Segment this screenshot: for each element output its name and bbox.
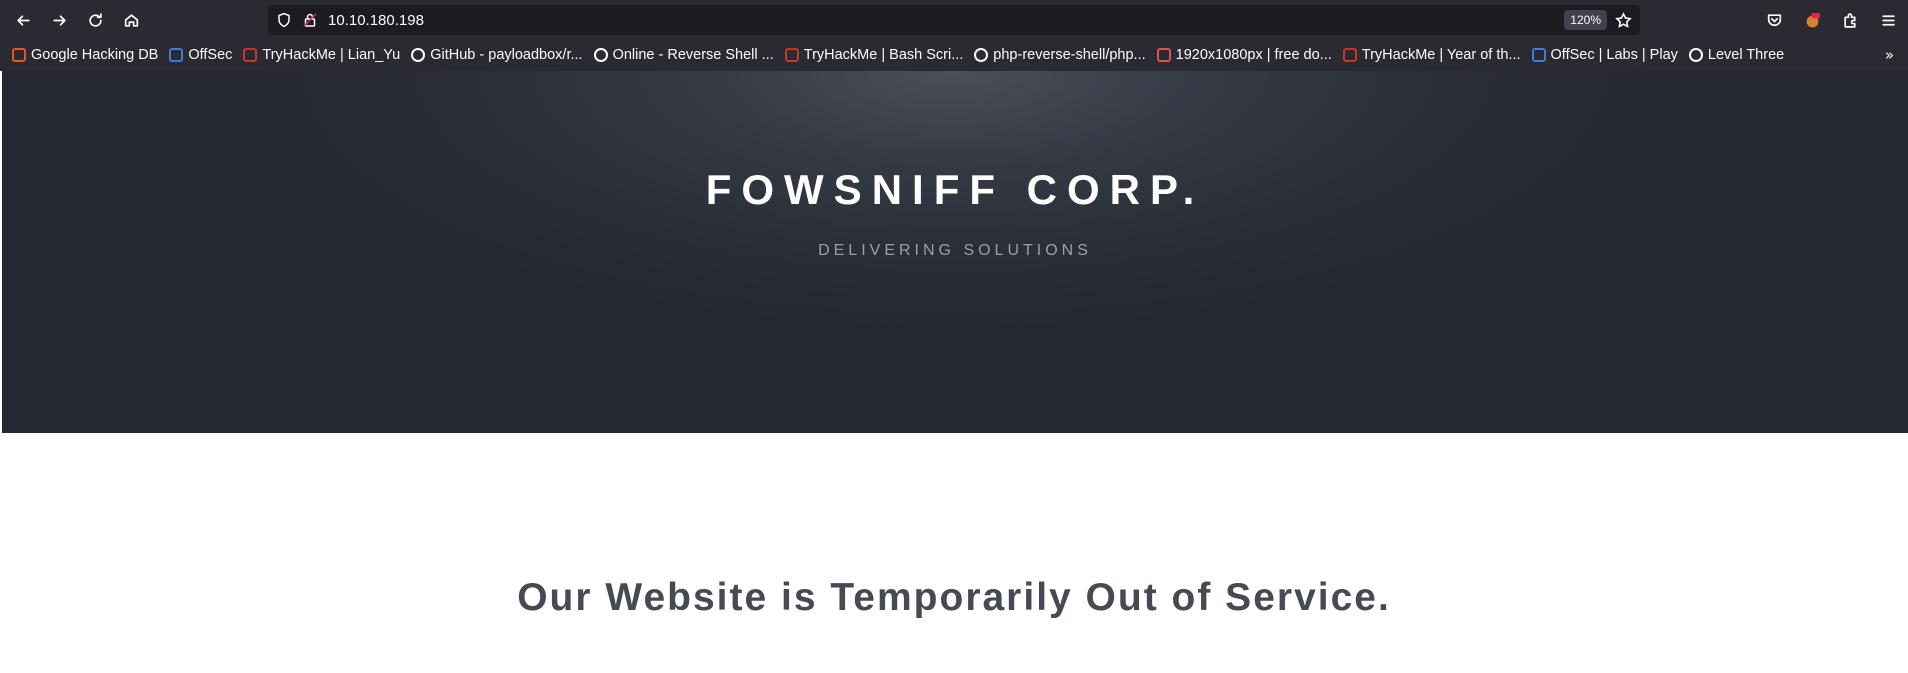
pocket-icon	[1767, 13, 1781, 26]
pocket-button[interactable]	[1756, 5, 1792, 35]
site-tagline: DELIVERING SOLUTIONS	[818, 242, 1092, 259]
bookmark-item[interactable]: 1920x1080px | free do...	[1156, 47, 1332, 63]
arrow-right-icon	[52, 14, 66, 26]
bookmark-label: Google Hacking DB	[31, 47, 159, 63]
zoom-level-badge[interactable]: 120%	[1564, 10, 1607, 30]
home-button[interactable]	[114, 5, 148, 35]
menu-button[interactable]	[1870, 5, 1906, 35]
bookmark-label: php-reverse-shell/php...	[993, 47, 1146, 63]
tryhackme-icon	[243, 48, 258, 62]
bookmarks-overflow-icon[interactable]: »	[1885, 46, 1894, 64]
bookmark-label: TryHackMe | Lian_Yu	[262, 47, 401, 63]
bookmark-item[interactable]: TryHackMe | Year of th...	[1342, 47, 1521, 63]
globe-icon	[1688, 48, 1703, 62]
extensions-button[interactable]	[1832, 5, 1868, 35]
wallpaper-icon	[1156, 48, 1171, 62]
site-brand-title: FOWSNIFF CORP.	[705, 166, 1205, 213]
page-headline: Our Website is Temporarily Out of Servic…	[517, 576, 1391, 619]
extension-badge-icon	[1806, 12, 1820, 27]
star-bookmark-icon[interactable]	[1615, 11, 1632, 29]
insecure-lock-icon[interactable]	[302, 12, 318, 28]
toolbar-right-icons	[1756, 5, 1908, 35]
address-bar[interactable]: 10.10.180.198 120%	[268, 5, 1640, 35]
bookmark-label: TryHackMe | Bash Scri...	[803, 47, 964, 63]
bookmark-item[interactable]: OffSec	[169, 47, 232, 63]
main-content: Our Website is Temporarily Out of Servic…	[0, 433, 1908, 673]
bookmark-label: Level Three	[1707, 47, 1785, 63]
github-icon	[411, 48, 426, 62]
github-icon	[974, 48, 989, 62]
puzzle-icon	[1843, 12, 1856, 28]
hero-banner: FOWSNIFF CORP. DELIVERING SOLUTIONS	[0, 71, 1908, 433]
hamburger-menu-icon	[1881, 14, 1895, 26]
forward-button[interactable]	[42, 5, 76, 35]
reload-button[interactable]	[78, 5, 112, 35]
skull-icon	[593, 48, 608, 62]
offsec-icon	[169, 48, 184, 62]
arrow-left-icon	[16, 14, 30, 26]
url-text[interactable]: 10.10.180.198	[328, 12, 1564, 29]
bookmark-label: Online - Reverse Shell ...	[612, 47, 774, 63]
bookmark-item[interactable]: Online - Reverse Shell ...	[593, 47, 774, 63]
bookmark-label: OffSec | Labs | Play	[1550, 47, 1678, 63]
bookmark-label: 1920x1080px | free do...	[1175, 47, 1332, 63]
bookmark-item[interactable]: GitHub - payloadbox/r...	[411, 47, 583, 63]
offsec-icon	[1531, 48, 1546, 62]
extension-foxy-button[interactable]	[1794, 5, 1830, 35]
bookmark-item[interactable]: TryHackMe | Bash Scri...	[784, 47, 964, 63]
bookmarks-toolbar: Google Hacking DB OffSec TryHackMe | Lian_…	[0, 44, 1908, 66]
exploit-db-icon	[12, 48, 26, 62]
reload-icon	[88, 12, 102, 27]
browser-chrome: 10.10.180.198 120% Google Hacking DB OffS…	[0, 0, 1908, 71]
bookmark-item[interactable]: TryHackMe | Lian_Yu	[243, 47, 400, 63]
bookmark-label: TryHackMe | Year of th...	[1361, 47, 1521, 63]
shield-icon[interactable]	[276, 12, 292, 28]
tryhackme-icon	[1342, 48, 1357, 62]
bookmark-item[interactable]: Level Three	[1688, 47, 1785, 63]
bookmark-item[interactable]: php-reverse-shell/php...	[974, 47, 1146, 63]
back-button[interactable]	[6, 5, 40, 35]
bookmark-item[interactable]: Google Hacking DB	[12, 47, 158, 63]
bookmark-label: OffSec	[188, 47, 233, 63]
bookmark-item[interactable]: OffSec | Labs | Play	[1531, 47, 1678, 63]
tryhackme-icon	[784, 48, 799, 62]
home-icon	[124, 13, 138, 27]
bookmark-label: GitHub - payloadbox/r...	[430, 47, 583, 63]
